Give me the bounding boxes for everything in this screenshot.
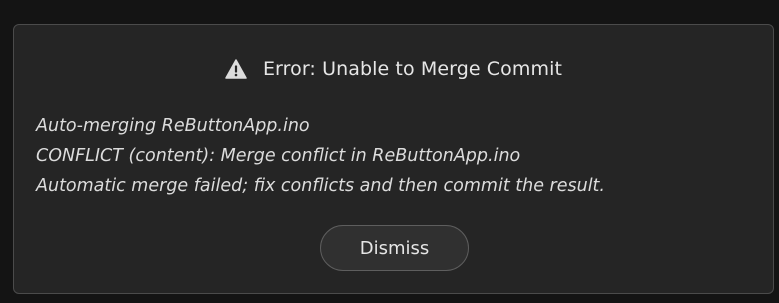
message-line: CONFLICT (content): Merge conflict in Re…: [36, 146, 521, 166]
message-line: Automatic merge failed; fix conflicts an…: [36, 176, 605, 196]
error-message-block: Auto-merging ReButtonApp.ino CONFLICT (c…: [36, 111, 766, 201]
dialog-header: Error: Unable to Merge Commit: [14, 55, 773, 83]
dialog-title: Error: Unable to Merge Commit: [262, 58, 563, 80]
message-line: Auto-merging ReButtonApp.ino: [36, 116, 310, 136]
merge-error-dialog: Error: Unable to Merge Commit Auto-mergi…: [13, 24, 774, 294]
dismiss-button[interactable]: Dismiss: [320, 225, 469, 271]
warning-triangle-icon: [225, 59, 247, 79]
